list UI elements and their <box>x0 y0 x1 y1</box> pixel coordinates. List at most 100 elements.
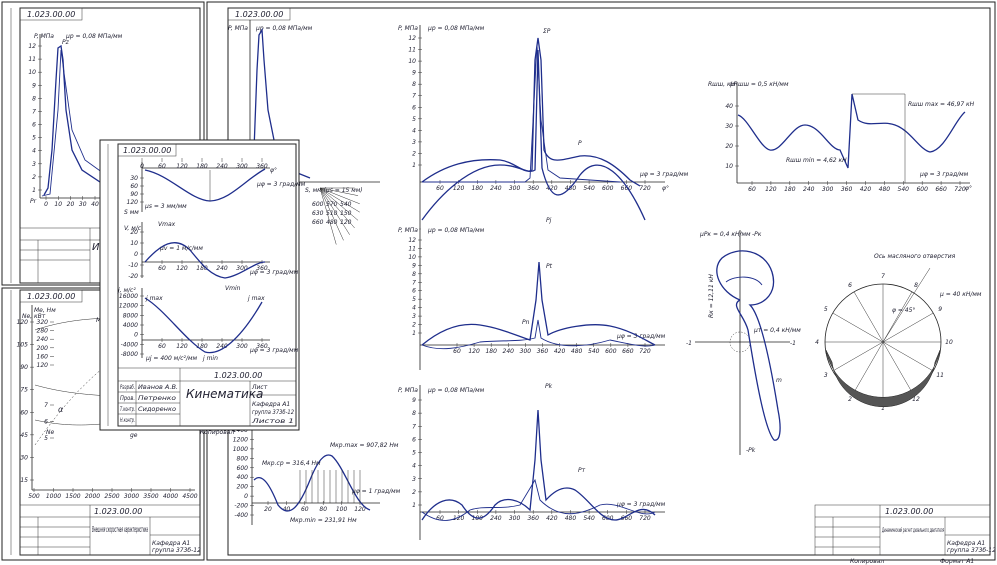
x-tick-label: 660 <box>622 348 634 355</box>
mi-brick-fan-labels: 600 570 540 630 510 150 660 480 120 <box>312 201 352 226</box>
y-tick-label: 4000 <box>123 322 138 329</box>
tn-pn-text: Pn <box>522 319 530 326</box>
y-tick-label: 8 <box>412 271 416 278</box>
kin-stamp: 1.023.00.00 <box>123 146 171 155</box>
kin-jmax-right: j max <box>247 295 265 302</box>
wear-number: 5 <box>824 306 828 313</box>
x-tick-label: 3500 <box>143 493 158 500</box>
kin-v-phi-scale: μφ = 3 град/мм <box>249 269 299 276</box>
wear-angle: φ = 45° <box>892 307 915 314</box>
y-tick-label: 240 <box>37 336 49 343</box>
x-tick-label: 60 <box>158 163 166 170</box>
wear-number: 3 <box>824 372 828 379</box>
x-tick-label: 720 <box>639 348 651 355</box>
x-tick-label: 360 <box>537 348 549 355</box>
kin-vmin: Vmin <box>225 285 241 292</box>
tq-scale: μφ = 1 град/мм <box>351 488 401 495</box>
sf-x-axis-label: φ° <box>662 185 669 192</box>
x-tick-label: 1000 <box>46 493 61 500</box>
y-tick-label: 4 <box>412 305 416 312</box>
kin-tb-code: 1.023.00.00 <box>214 371 262 380</box>
tk-pk-text: Pk <box>545 383 553 390</box>
tq-mavg: Мкр.ср = 316,4 Нм <box>262 460 321 467</box>
y-tick-label: 3 <box>412 139 416 146</box>
rt-group: группа 373б-12 <box>947 547 996 554</box>
rs-min-label: Rшш min = 4,62 кН <box>786 157 847 164</box>
lt-scale: μр = 0,08 МПа/мм <box>65 33 123 40</box>
y-tick-label: -10 <box>128 262 138 269</box>
esc-me-ticks: 320280240200160120 <box>37 319 54 369</box>
ll-org: Кафедра А1 <box>152 540 190 547</box>
y-tick-label: 6 <box>412 288 416 295</box>
tn-scale: μр = 0,08 МПа/мм <box>427 227 485 234</box>
kin-org: Кафедра А1 <box>252 401 290 408</box>
y-tick-label: 4 <box>412 463 416 470</box>
polar-inner-loop <box>725 276 763 286</box>
wear-number: 9 <box>938 306 942 313</box>
x-tick-label: 300 <box>520 348 532 355</box>
kin-vmax: Vmax <box>158 221 176 228</box>
wear-oil-hole: Ось масляного отверстия <box>874 253 956 260</box>
polar-rk: Rк = 12,11 кН <box>708 274 715 318</box>
y-tick-label: 40 <box>725 103 733 110</box>
tk-force-chart: P, МПа μр = 0,08 МПа/мм 987654321 60 120 1… <box>398 383 666 540</box>
y-tick-label: 5 <box>44 435 48 442</box>
fan-label: 510 <box>326 210 338 217</box>
y-tick-label: 1 <box>32 187 36 194</box>
rt-copied: Копировал <box>850 558 884 565</box>
y-tick-label: 3 <box>32 161 36 168</box>
x-tick-label: 60 <box>158 343 166 350</box>
y-tick-label: 0 <box>244 493 248 500</box>
wear-ray <box>832 312 884 343</box>
y-tick-label: 2 <box>412 489 416 496</box>
wear-ray <box>882 312 934 343</box>
kin-jmax-left: j max <box>145 295 163 302</box>
kin-phi: φ° <box>270 167 277 174</box>
x-tick-label: 660 <box>935 186 947 193</box>
y-tick-label: 5 <box>412 116 416 123</box>
wear-number: 10 <box>945 339 953 346</box>
wear-ray <box>853 341 884 393</box>
x-tick-label: 60 <box>158 265 166 272</box>
tq-mmax: Мкр.max = 907,82 Нм <box>330 442 399 449</box>
x-tick-label: 480 <box>879 186 891 193</box>
x-tick-label: 180 <box>485 348 497 355</box>
y-tick-label: 6 <box>412 104 416 111</box>
sf-phi-scale: μφ = 3 град/мм <box>639 171 689 178</box>
y-tick-label: 4 <box>412 127 416 134</box>
y-tick-label: 6 <box>32 122 36 129</box>
kin-name-2: Сидоренко <box>138 406 176 413</box>
y-tick-label: 60 <box>130 183 138 190</box>
tn-phi-scale: μφ = 3 град/мм <box>616 333 666 340</box>
y-tick-label: 16000 <box>119 293 138 300</box>
x-tick-label: 60 <box>436 515 444 522</box>
y-tick-label: 8000 <box>123 312 138 319</box>
x-tick-label: 720 <box>639 515 651 522</box>
x-tick-label: 120 <box>765 186 777 193</box>
tn-y-label: P, МПа <box>398 227 418 234</box>
y-tick-label: 9 <box>412 262 416 269</box>
ll-title: Внешняя скоростная характеристика <box>92 525 148 534</box>
wear-oil-axis <box>882 267 931 343</box>
x-tick-label: 2500 <box>104 493 119 500</box>
esc-alpha-text: α <box>58 405 64 414</box>
y-tick-label: 30 <box>20 454 28 461</box>
x-tick-label: 480 <box>565 515 577 522</box>
polar-m: m <box>776 377 782 384</box>
x-tick-label: 300 <box>236 265 248 272</box>
y-tick-label: 320 <box>37 319 49 326</box>
x-tick-label: 0 <box>44 201 48 208</box>
y-tick-label: -4000 <box>121 341 139 348</box>
kin-role-2: Т.контр. <box>120 406 135 413</box>
y-tick-label: 1 <box>412 502 416 509</box>
y-tick-label: 9 <box>32 82 36 89</box>
y-tick-label: 20 <box>130 229 138 236</box>
esc-ge-text: ge <box>130 432 138 439</box>
y-tick-label: 9 <box>412 397 416 404</box>
y-tick-label: 60 <box>20 409 28 416</box>
y-tick-label: 7 <box>32 108 36 115</box>
x-tick-label: 500 <box>28 493 40 500</box>
kin-sheet-no: Лист <box>251 384 268 391</box>
y-tick-label: 120 <box>127 199 139 206</box>
y-tick-label: 90 <box>130 191 138 198</box>
